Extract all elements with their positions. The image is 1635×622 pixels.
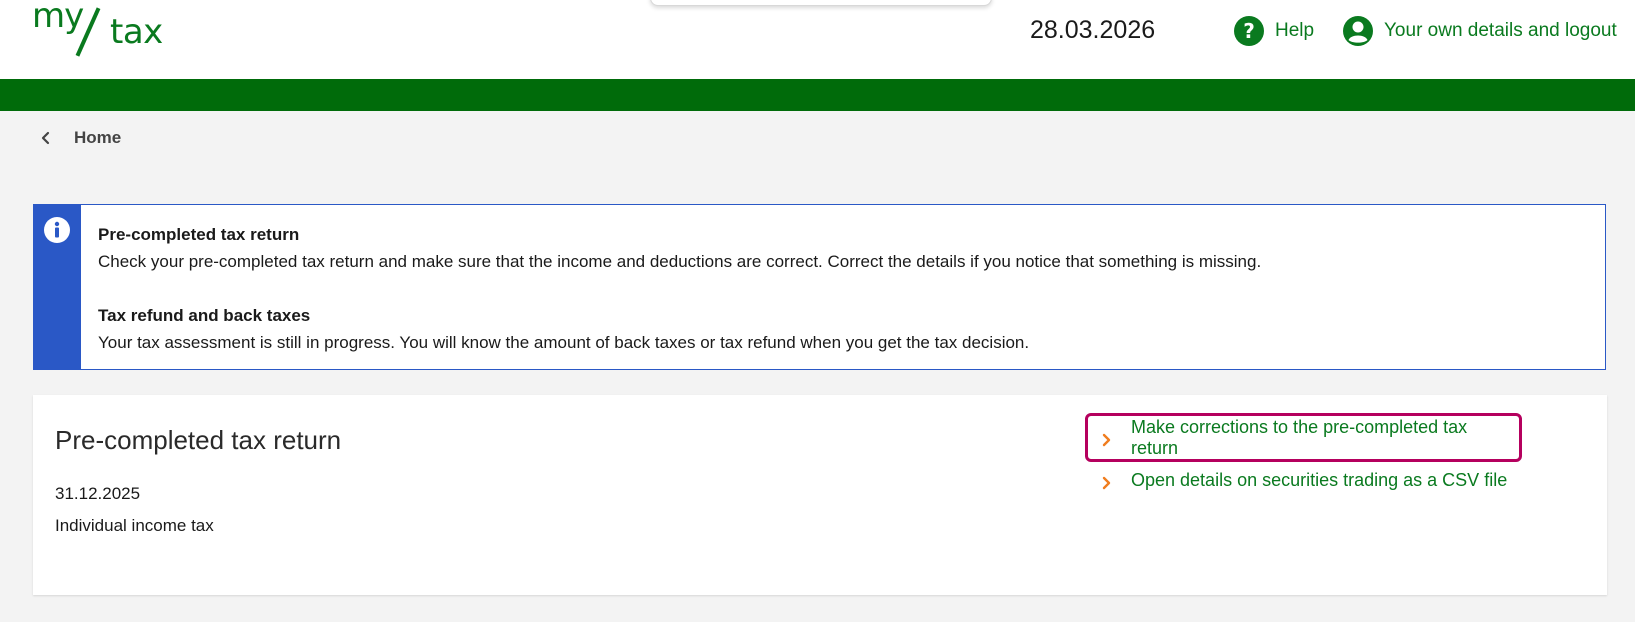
info-notice: Pre-completed tax return Check your pre-… bbox=[33, 204, 1606, 370]
open-csv-link[interactable]: Open details on securities trading as a … bbox=[1085, 461, 1522, 500]
card-title: Pre-completed tax return bbox=[55, 425, 342, 455]
help-link[interactable]: ? Help bbox=[1233, 15, 1314, 47]
user-icon bbox=[1342, 15, 1374, 47]
breadcrumb-home[interactable]: Home bbox=[38, 128, 121, 148]
chevron-left-icon bbox=[38, 130, 54, 146]
info-content: Pre-completed tax return Check your pre-… bbox=[98, 221, 1261, 356]
info-text-refund: Your tax assessment is still in progress… bbox=[98, 333, 1030, 352]
svg-text:?: ? bbox=[1243, 19, 1255, 43]
current-date: 28.03.2026 bbox=[1030, 16, 1156, 44]
info-icon bbox=[43, 216, 71, 244]
info-text-precompleted: Check your pre-completed tax return and … bbox=[98, 252, 1262, 271]
open-csv-label: Open details on securities trading as a … bbox=[1131, 470, 1508, 490]
top-popup-edge bbox=[650, 0, 992, 6]
tax-return-card: Pre-completed tax return 31.12.2025 Indi… bbox=[33, 395, 1607, 595]
help-label: Help bbox=[1275, 20, 1315, 41]
logo-tax-text: tax bbox=[110, 12, 163, 52]
mytax-logo[interactable]: my tax bbox=[30, 0, 180, 60]
header: my tax 28.03.2026 ? Help Your own detail… bbox=[0, 0, 1635, 79]
card-links: Make corrections to the pre-completed ta… bbox=[1085, 413, 1522, 500]
chevron-right-icon bbox=[1102, 431, 1112, 446]
chevron-right-icon bbox=[1102, 474, 1112, 489]
make-corrections-label: Make corrections to the pre-completed ta… bbox=[1131, 416, 1468, 458]
info-strip bbox=[34, 205, 81, 369]
logo-my-text: my bbox=[32, 0, 84, 36]
card-date: 31.12.2025 bbox=[55, 484, 141, 503]
make-corrections-link[interactable]: Make corrections to the pre-completed ta… bbox=[1085, 413, 1522, 462]
account-label: Your own details and logout bbox=[1384, 20, 1617, 41]
info-title-refund: Tax refund and back taxes bbox=[98, 306, 311, 325]
help-icon: ? bbox=[1233, 15, 1265, 47]
info-title-precompleted: Pre-completed tax return bbox=[98, 225, 300, 244]
header-band bbox=[0, 79, 1635, 111]
account-logout-link[interactable]: Your own details and logout bbox=[1342, 15, 1617, 47]
card-tax-type: Individual income tax bbox=[55, 516, 214, 535]
breadcrumb-label: Home bbox=[74, 128, 122, 147]
